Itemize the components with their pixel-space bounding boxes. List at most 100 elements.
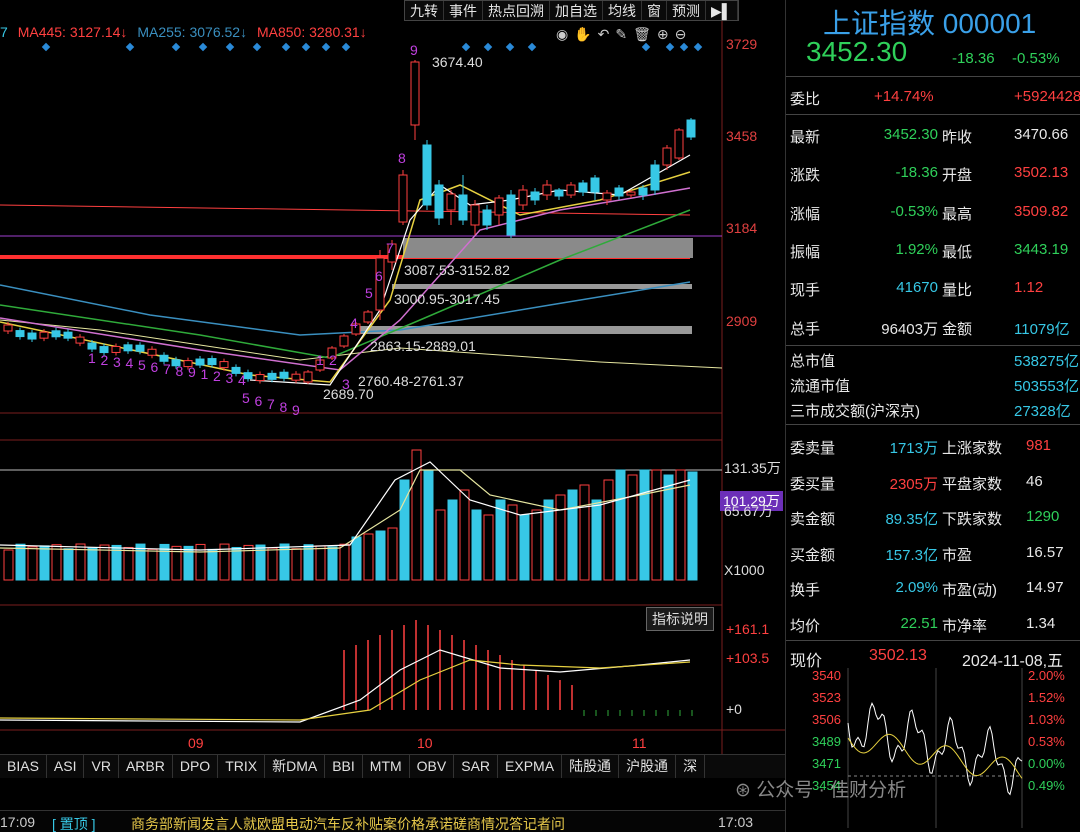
- tab-shen[interactable]: 深: [676, 755, 706, 778]
- mini-right-axis-label: 1.03%: [1028, 712, 1065, 727]
- price-change-pct: -0.53%: [1012, 50, 1060, 67]
- indicator-help-button[interactable]: 指标说明: [646, 607, 714, 631]
- ma255-label: MA255: 3076.52↓: [137, 24, 248, 40]
- nine-turn-count: 9: [292, 402, 300, 418]
- cap-row: 三市成交额(沪深京) 27328亿: [786, 395, 1080, 420]
- hand-icon[interactable]: ✋: [574, 26, 591, 43]
- price-axis-label: 3458: [726, 128, 758, 144]
- cap-label: 总市值: [790, 353, 836, 370]
- indicator-axis-label: +161.1: [726, 621, 770, 637]
- nine-turn-count: 4: [350, 315, 358, 331]
- tab-obv[interactable]: OBV: [410, 755, 455, 778]
- nine-turn-count: 9: [410, 42, 418, 58]
- kline-svg: [0, 0, 785, 832]
- stat-label: 涨跌: [790, 167, 821, 185]
- stat-label: 下跌家数: [942, 511, 1003, 528]
- tab-trix[interactable]: TRIX: [218, 755, 266, 778]
- nine-turn-count: 4: [125, 355, 134, 372]
- tool-window[interactable]: 窗: [642, 1, 667, 20]
- stat-label: 市盈: [942, 546, 973, 564]
- wechat-icon: ⊛: [735, 780, 751, 801]
- volume-axis-unit: X1000: [724, 562, 765, 578]
- zoom-out-icon[interactable]: ⊖: [675, 26, 687, 43]
- tab-expma[interactable]: EXPMA: [498, 755, 563, 778]
- tool-nine-turn[interactable]: 九转: [405, 1, 444, 20]
- watermark-text: 公众号 · 佳财分析: [756, 780, 907, 801]
- tool-expand-icon[interactable]: ▶▌: [706, 1, 738, 20]
- mini-right-axis-label: 1.52%: [1028, 690, 1065, 705]
- tool-add-watchlist[interactable]: 加自选: [550, 1, 603, 20]
- divider: [786, 76, 1080, 77]
- quote-row: 涨跌 -18.36 开盘 3502.13: [786, 154, 1080, 192]
- stat-label: 总手: [790, 320, 821, 338]
- news-ticker[interactable]: 商务部新闻发言人就欧盟电动汽车反补贴案价格承诺磋商情况答记者问: [131, 814, 565, 832]
- quote-row: 涨幅 -0.53% 最高 3509.82: [786, 193, 1080, 231]
- stat-value: 3452.30: [883, 126, 938, 143]
- mini-price: 3502.13: [869, 647, 927, 664]
- stat-value: 96403万: [881, 320, 938, 338]
- weicha-value: +5924428: [1014, 88, 1080, 105]
- tool-hotspot-replay[interactable]: 热点回溯: [483, 1, 550, 20]
- weibi-value: +14.74%: [874, 88, 934, 105]
- stat-label: 平盘家数: [942, 475, 1003, 493]
- cap-row: 总市值 538275亿: [786, 345, 1080, 370]
- trash-icon[interactable]: 🗑: [633, 26, 651, 43]
- quote-row: 买金额 157.3亿 市盈 16.57: [786, 534, 1080, 572]
- tab-hugutong[interactable]: 沪股通: [619, 755, 677, 778]
- nine-turn-count: 6: [150, 359, 159, 375]
- tab-bbi[interactable]: BBI: [325, 755, 363, 778]
- tab-vr[interactable]: VR: [84, 755, 119, 778]
- stat-value: 14.97: [1026, 579, 1064, 596]
- tab-sar[interactable]: SAR: [454, 755, 499, 778]
- tab-new-dma[interactable]: 新DMA: [265, 755, 326, 778]
- tool-events[interactable]: 事件: [444, 1, 483, 20]
- chart-toolbar: 九转 事件 热点回溯 加自选 均线 窗 预测 ▶▌: [404, 0, 739, 21]
- stat-value: 46: [1026, 472, 1043, 490]
- watermark: ⊛ 公众号 · 佳财分析: [735, 775, 906, 802]
- quote-row: 最新 3452.30 昨收 3470.66: [786, 116, 1080, 154]
- tool-forecast[interactable]: 预测: [667, 1, 706, 20]
- tab-lugutong[interactable]: 陆股通: [562, 755, 620, 778]
- tab-dpo[interactable]: DPO: [173, 755, 219, 778]
- status-time-left: 17:09: [0, 814, 36, 830]
- current-price: 3452.30: [806, 36, 908, 67]
- eye-icon[interactable]: ◉: [556, 26, 568, 43]
- nine-turn-count: 1: [316, 352, 324, 368]
- mini-left-axis-label: 3523: [812, 690, 841, 705]
- stat-value: 11079亿: [1014, 320, 1070, 338]
- nine-turn-count: 6: [254, 393, 263, 409]
- tool-moving-average[interactable]: 均线: [603, 1, 642, 20]
- quote-row: 总手 96403万 金额 11079亿: [786, 308, 1080, 346]
- stat-label: 涨幅: [790, 205, 821, 223]
- stat-value: 1290: [1026, 508, 1060, 525]
- zoom-in-icon[interactable]: ⊕: [657, 26, 669, 43]
- ma445-label: MA445: 3127.14↓: [17, 24, 128, 40]
- draw-icon[interactable]: ✎: [615, 26, 627, 43]
- divider: [786, 424, 1080, 425]
- stat-value: 981: [1026, 437, 1052, 454]
- tab-arbr[interactable]: ARBR: [119, 755, 173, 778]
- nine-turn-count: 3: [225, 369, 234, 386]
- nine-turn-count: 7: [267, 396, 275, 412]
- stat-label: 上涨家数: [942, 440, 1003, 457]
- kline-chart-area[interactable]: 九转 事件 热点回溯 加自选 均线 窗 预测 ▶▌ 7 MA445: 3127.…: [0, 0, 785, 832]
- x-axis-label: 09: [188, 735, 204, 751]
- stat-value: 16.57: [1026, 543, 1064, 561]
- indicator-axis-label: +103.5: [726, 650, 770, 666]
- stat-value: 3470.66: [1014, 126, 1069, 143]
- stat-value: 41670: [896, 279, 938, 297]
- pin-top-button[interactable]: [ 置顶 ]: [52, 814, 96, 832]
- undo-icon[interactable]: ↶: [598, 26, 610, 43]
- nine-turn-count: 6: [375, 268, 383, 284]
- price-axis-label: 3184: [726, 220, 758, 236]
- tab-bias[interactable]: BIAS: [0, 755, 47, 778]
- tab-asi[interactable]: ASI: [47, 755, 85, 778]
- x-axis-label: 11: [632, 735, 647, 751]
- quote-row: 卖金额 89.35亿 下跌家数 1290: [786, 498, 1080, 536]
- tab-mtm[interactable]: MTM: [363, 755, 410, 778]
- nine-turn-count: 1: [88, 350, 96, 366]
- stat-value: 1713万: [889, 440, 938, 457]
- gap-label: 3087.53-3152.82: [404, 262, 510, 278]
- stat-value: 1.34: [1026, 614, 1056, 632]
- mini-left-axis-label: 3489: [812, 734, 841, 749]
